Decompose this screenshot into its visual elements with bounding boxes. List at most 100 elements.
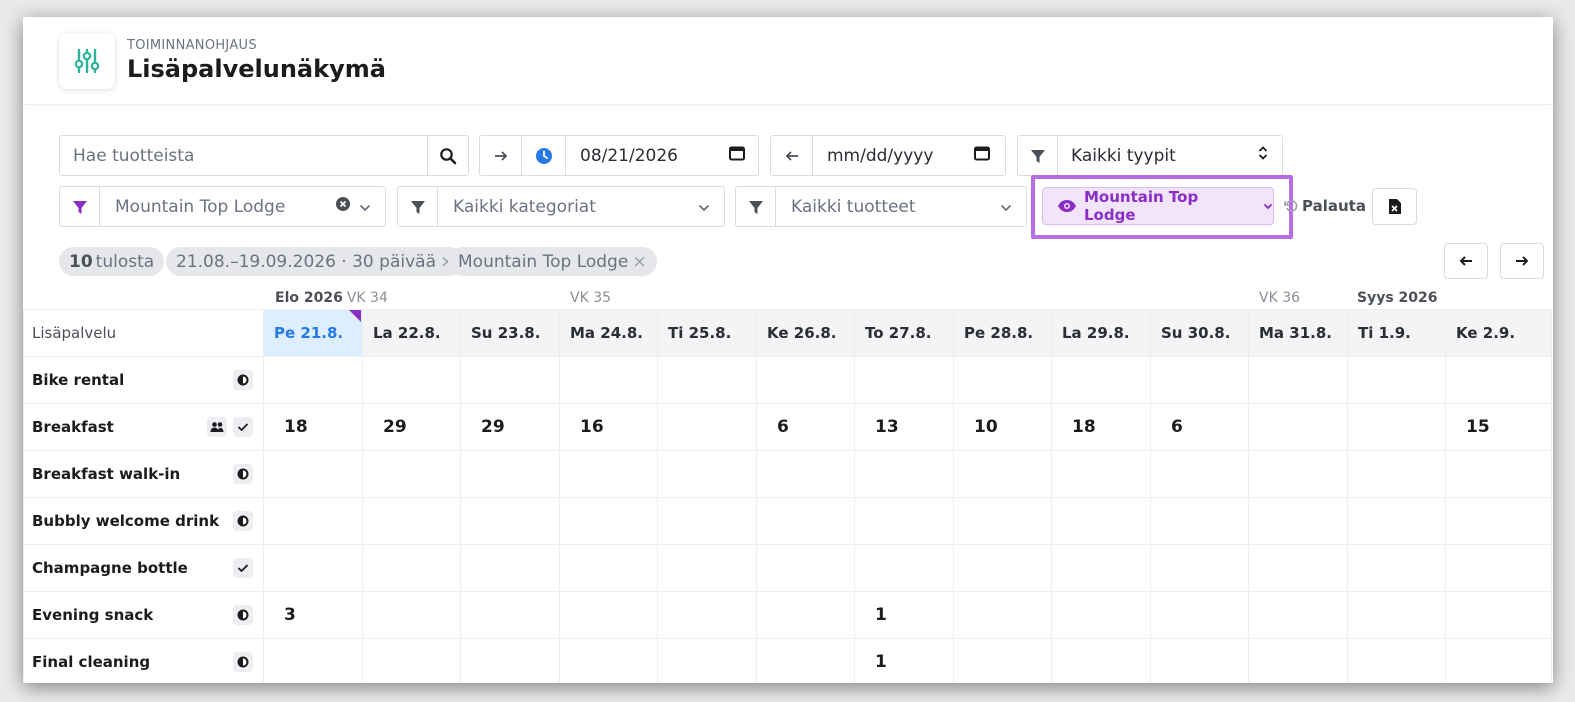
day-value-cell[interactable] [460, 591, 560, 639]
day-value-cell[interactable] [854, 544, 954, 592]
day-value-cell[interactable] [657, 544, 757, 592]
day-value-cell[interactable] [1445, 544, 1552, 592]
day-value-cell[interactable] [953, 356, 1052, 404]
table-row[interactable]: Bike rental [23, 356, 1552, 404]
day-value-cell[interactable] [559, 638, 658, 683]
check-icon[interactable] [233, 417, 253, 437]
day-value-cell[interactable] [657, 638, 757, 683]
day-value-cell[interactable] [362, 544, 461, 592]
day-value-cell[interactable] [657, 591, 757, 639]
half-circle-icon[interactable] [233, 652, 253, 672]
day-value-cell[interactable] [1150, 638, 1249, 683]
day-value-cell[interactable]: 1 [854, 638, 954, 683]
table-row[interactable]: Bubbly welcome drink [23, 497, 1552, 545]
column-header-day[interactable]: Ti 25.8. [657, 309, 757, 357]
day-value-cell[interactable] [1051, 638, 1151, 683]
close-icon[interactable]: × [632, 252, 646, 272]
day-value-cell[interactable] [1347, 403, 1446, 451]
calendar-icon[interactable] [728, 144, 746, 167]
day-value-cell[interactable] [1051, 356, 1151, 404]
day-value-cell[interactable] [460, 497, 560, 545]
day-value-cell[interactable]: 1 [854, 591, 954, 639]
day-value-cell[interactable] [559, 450, 658, 498]
day-value-cell[interactable] [1248, 638, 1348, 683]
column-header-day[interactable]: Ti 1.9. [1347, 309, 1446, 357]
day-value-cell[interactable] [263, 638, 363, 683]
type-select[interactable]: Kaikki tyypit [1017, 135, 1283, 176]
half-circle-icon[interactable] [233, 511, 253, 531]
reset-button[interactable]: Palauta [1284, 197, 1366, 215]
half-circle-icon[interactable] [233, 370, 253, 390]
day-value-cell[interactable] [362, 450, 461, 498]
day-value-cell[interactable]: 29 [362, 403, 461, 451]
start-date-field[interactable]: 08/21/2026 [479, 135, 759, 176]
day-value-cell[interactable] [362, 591, 461, 639]
product-select[interactable]: Kaikki tuotteet [735, 186, 1027, 227]
day-value-cell[interactable] [1248, 544, 1348, 592]
day-value-cell[interactable] [953, 450, 1052, 498]
day-value-cell[interactable] [756, 497, 855, 545]
day-value-cell[interactable]: 29 [460, 403, 560, 451]
day-value-cell[interactable]: 13 [854, 403, 954, 451]
day-value-cell[interactable] [657, 450, 757, 498]
day-value-cell[interactable] [1347, 591, 1446, 639]
day-value-cell[interactable]: 6 [1150, 403, 1249, 451]
day-value-cell[interactable] [1051, 544, 1151, 592]
day-value-cell[interactable] [362, 356, 461, 404]
table-row[interactable]: Breakfast 18 29 29 16 6 13 10 18 6 15 [23, 403, 1552, 451]
day-value-cell[interactable] [953, 591, 1052, 639]
column-header-day[interactable]: Ke 2.9. [1445, 309, 1552, 357]
day-value-cell[interactable] [559, 591, 658, 639]
day-value-cell[interactable] [953, 497, 1052, 545]
column-header-day[interactable]: Su 23.8. [460, 309, 560, 357]
day-value-cell[interactable]: 10 [953, 403, 1052, 451]
search-icon[interactable] [428, 136, 468, 175]
day-value-cell[interactable] [559, 544, 658, 592]
category-select[interactable]: Kaikki kategoriat [397, 186, 725, 227]
day-value-cell[interactable] [263, 450, 363, 498]
end-date-field[interactable]: mm/dd/yyyy [770, 135, 1006, 176]
day-value-cell[interactable] [756, 450, 855, 498]
day-value-cell[interactable] [1248, 403, 1348, 451]
day-value-cell[interactable] [1445, 497, 1552, 545]
column-header-day[interactable]: La 22.8. [362, 309, 461, 357]
day-value-cell[interactable] [1347, 450, 1446, 498]
day-value-cell[interactable] [1150, 450, 1249, 498]
column-header-day[interactable]: Ma 24.8. [559, 309, 658, 357]
table-row[interactable]: Champagne bottle [23, 544, 1552, 592]
day-value-cell[interactable] [657, 497, 757, 545]
day-value-cell[interactable] [460, 638, 560, 683]
search-input[interactable]: Hae tuotteista [60, 136, 428, 175]
start-date-input[interactable]: 08/21/2026 [566, 136, 758, 175]
clear-icon[interactable] [335, 196, 351, 217]
day-value-cell[interactable] [362, 638, 461, 683]
end-date-input[interactable]: mm/dd/yyyy [813, 136, 1005, 175]
day-value-cell[interactable] [1248, 497, 1348, 545]
day-value-cell[interactable] [756, 591, 855, 639]
day-value-cell[interactable] [559, 356, 658, 404]
day-value-cell[interactable] [1445, 450, 1552, 498]
day-value-cell[interactable] [1150, 356, 1249, 404]
day-value-cell[interactable] [1347, 497, 1446, 545]
day-value-cell[interactable] [460, 356, 560, 404]
half-circle-icon[interactable] [233, 605, 253, 625]
column-header-day[interactable]: Ke 26.8. [756, 309, 855, 357]
day-value-cell[interactable] [854, 497, 954, 545]
column-header-day[interactable]: Ma 31.8. [1248, 309, 1348, 357]
prev-page-button[interactable] [1444, 243, 1488, 279]
calendar-icon[interactable] [973, 144, 991, 167]
column-header-day[interactable]: Pe 21.8. [263, 309, 363, 357]
property-view-button[interactable]: Mountain Top Lodge [1042, 187, 1274, 225]
day-value-cell[interactable] [263, 544, 363, 592]
day-value-cell[interactable] [953, 638, 1052, 683]
day-value-cell[interactable] [1150, 544, 1249, 592]
day-value-cell[interactable] [460, 450, 560, 498]
day-value-cell[interactable] [1445, 356, 1552, 404]
chevron-down-icon[interactable] [359, 197, 371, 217]
day-value-cell[interactable] [657, 403, 757, 451]
export-excel-button[interactable] [1372, 188, 1417, 225]
day-value-cell[interactable] [1347, 638, 1446, 683]
day-value-cell[interactable] [460, 544, 560, 592]
column-header-day[interactable]: La 29.8. [1051, 309, 1151, 357]
check-icon[interactable] [233, 558, 253, 578]
